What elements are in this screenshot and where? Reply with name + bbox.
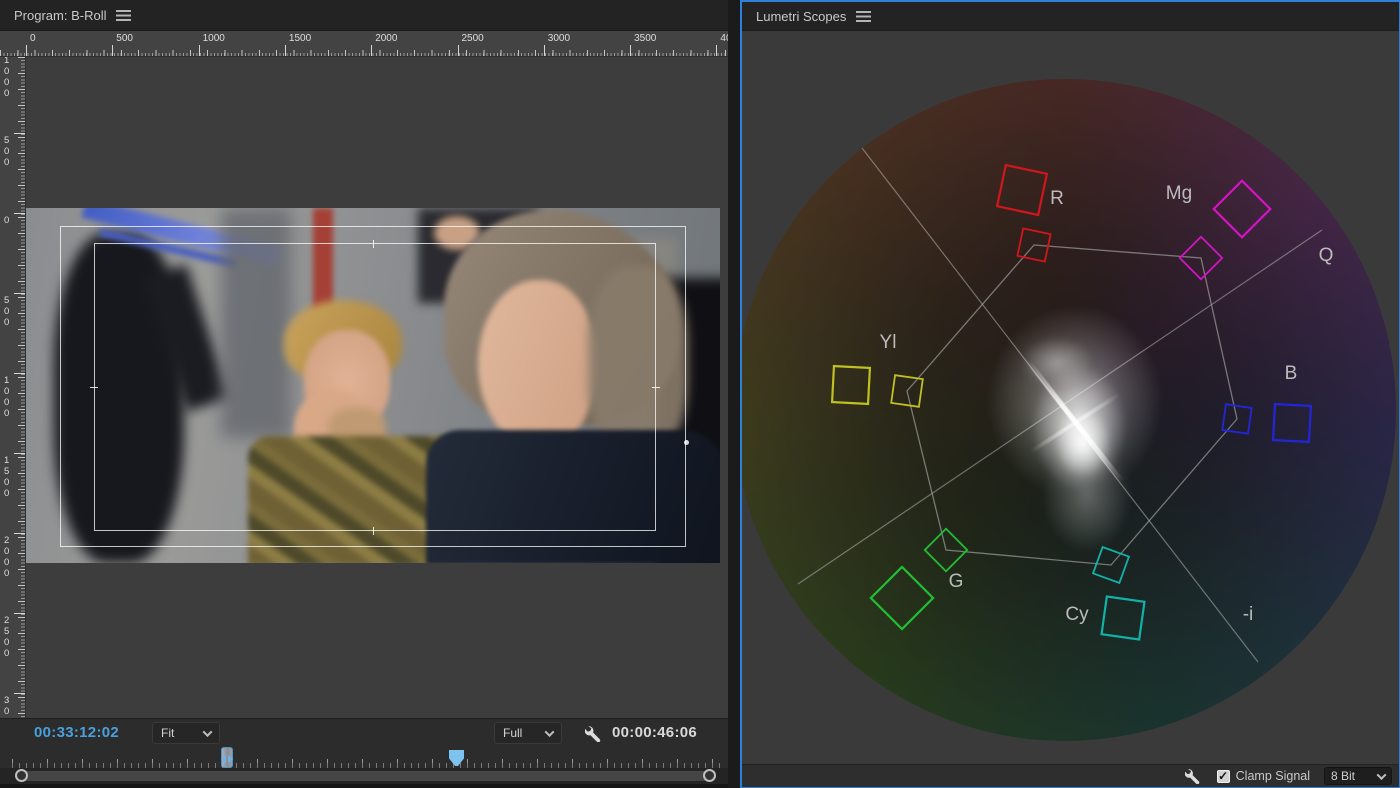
scrub-bar[interactable] [0, 746, 728, 768]
ruler-label: 40 [720, 33, 728, 44]
ruler-major-tick [14, 213, 25, 214]
lumetri-footer-bar: ✓ Clamp Signal 8 Bit [742, 764, 1399, 787]
lumetri-panel-header: Lumetri Scopes [742, 2, 1399, 31]
chevron-down-icon [545, 727, 555, 737]
ruler-label: 2500 [462, 33, 484, 44]
ruler-major-tick [285, 45, 286, 56]
chevron-down-icon [1377, 770, 1387, 780]
bit-depth-dropdown[interactable]: 8 Bit [1324, 767, 1392, 785]
ruler-major-tick [544, 45, 545, 56]
ruler-label: 500 [116, 33, 133, 44]
ruler-major-tick [14, 613, 25, 614]
wrench-icon [585, 725, 602, 742]
title-safe-rect [94, 243, 656, 531]
ruler-label: 3500 [634, 33, 656, 44]
lumetri-panel-title: Lumetri Scopes [742, 9, 846, 24]
settings-wrench-button[interactable] [583, 723, 603, 743]
axis-label-Q: Q [1319, 245, 1334, 267]
vectorscope-channel-label-Yl: Yl [880, 332, 897, 354]
panel-divider[interactable] [728, 0, 740, 788]
bit-depth-value: 8 Bit [1331, 769, 1355, 783]
ruler-label: 1500 [289, 33, 311, 44]
ruler-label: 0 [4, 215, 9, 226]
video-frame[interactable] [26, 208, 720, 563]
ruler-major-tick [14, 533, 25, 534]
playback-resolution-dropdown[interactable]: Full [494, 722, 562, 744]
scrollbar-knob-left[interactable] [15, 769, 28, 782]
ruler-label: 5 0 0 [4, 295, 9, 328]
playback-resolution-value: Full [503, 726, 522, 740]
program-monitor-panel: Program: B-Roll 0 500 1000 1500 2000 2500 3000… [0, 0, 728, 788]
safe-tick-bottom [373, 527, 374, 535]
wrench-icon [1185, 768, 1201, 784]
ruler-label: 3 0 0 0 [4, 695, 9, 718]
panel-menu-icon[interactable] [116, 10, 131, 22]
panel-menu-icon[interactable] [856, 11, 871, 23]
ruler-major-tick [458, 45, 459, 56]
zoom-level-dropdown[interactable]: Fit [152, 722, 220, 744]
vectorscope-channel-label-Mg: Mg [1166, 183, 1192, 205]
vectorscope-channel-label-R: R [1050, 188, 1064, 210]
playhead-handle[interactable] [221, 747, 233, 768]
vectorscope-channel-label-G: G [949, 571, 964, 593]
ruler-major-tick [26, 45, 27, 56]
ruler-major-tick [199, 45, 200, 56]
ruler-label: 1 0 0 0 [4, 57, 9, 99]
ruler-label: 3000 [548, 33, 570, 44]
ruler-major-tick [14, 293, 25, 294]
safe-tick-top [373, 240, 374, 248]
vertical-ruler: 1 0 0 0 5 0 0 0 5 0 0 1 0 0 0 1 5 0 0 2 0 0 0 2… [0, 57, 26, 718]
safe-tick-left [90, 387, 98, 388]
ruler-major-tick [371, 45, 372, 56]
ruler-label: 2 5 0 0 [4, 615, 9, 659]
scrollbar-thumb[interactable] [16, 771, 716, 781]
axis-label-neg-i: -i [1243, 604, 1254, 626]
scrollbar-knob-right[interactable] [703, 769, 716, 782]
chevron-down-icon [203, 727, 213, 737]
ruler-major-tick [14, 133, 25, 134]
safe-tick-right [652, 387, 660, 388]
edge-handle-dot[interactable] [684, 440, 689, 445]
ruler-label: 0 [30, 33, 36, 44]
lumetri-scopes-panel: Lumetri Scopes R Mg B Cy G Yl Q -i ✓ Clamp Sign… [740, 0, 1400, 788]
ruler-label: 5 0 0 [4, 135, 9, 168]
program-panel-title: Program: B-Roll [0, 8, 106, 23]
ruler-major-tick [630, 45, 631, 56]
ruler-major-tick [14, 373, 25, 374]
horizontal-ruler: 0 500 1000 1500 2000 2500 3000 3500 40 [0, 31, 728, 57]
vectorscope-channel-label-B: B [1285, 363, 1298, 385]
panel-bottom-edge [0, 784, 728, 788]
clamp-signal-label: Clamp Signal [1236, 769, 1310, 783]
timeline-marker[interactable] [449, 750, 464, 766]
horizontal-scrollbar[interactable] [0, 768, 728, 784]
scopes-settings-wrench-button[interactable] [1183, 766, 1203, 786]
zoom-level-value: Fit [161, 726, 174, 740]
ruler-major-tick [14, 453, 25, 454]
current-timecode[interactable]: 00:33:12:02 [34, 724, 119, 741]
clamp-signal-checkbox[interactable]: ✓ [1217, 770, 1230, 783]
ruler-major-tick [112, 45, 113, 56]
program-viewport[interactable] [26, 57, 728, 718]
ruler-label: 1000 [203, 33, 225, 44]
ruler-label: 2000 [375, 33, 397, 44]
ruler-label: 2 0 0 0 [4, 535, 9, 579]
ruler-major-tick [716, 45, 717, 56]
ruler-label: 1 0 0 0 [4, 375, 9, 419]
ruler-label: 1 5 0 0 [4, 455, 9, 499]
sequence-duration: 00:00:46:06 [612, 724, 697, 741]
program-control-bar: 00:33:12:02 Fit Full 00:00:46:06 [0, 718, 728, 746]
vectorscope-channel-label-Cy: Cy [1065, 604, 1088, 626]
ruler-major-tick [14, 693, 25, 694]
program-panel-header: Program: B-Roll [0, 0, 728, 31]
